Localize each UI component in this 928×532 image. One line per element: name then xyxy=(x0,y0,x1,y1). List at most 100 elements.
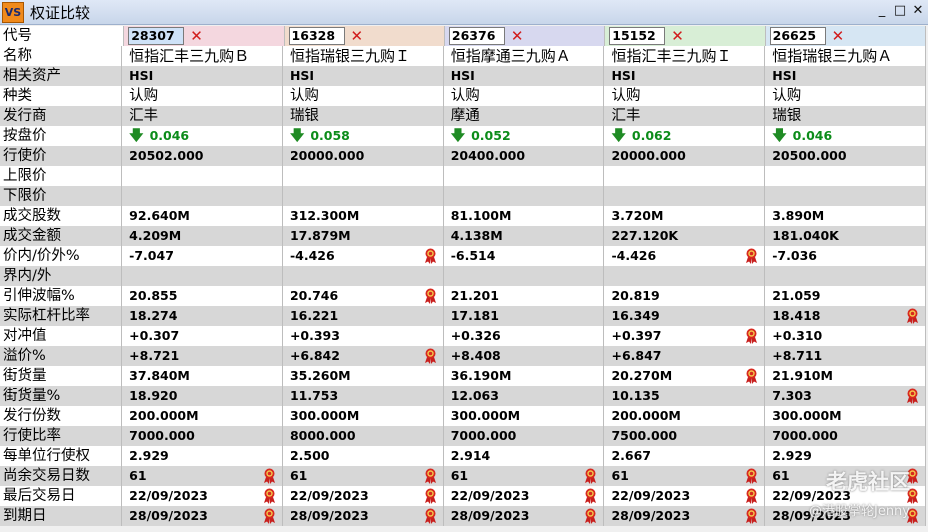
window-title: 权证比较 xyxy=(30,4,91,22)
arrow-down-icon: 🡇 xyxy=(129,128,144,144)
cell-ratio: 7000.000 xyxy=(122,426,283,446)
minimize-button[interactable]: _ xyxy=(874,2,890,20)
cell-os_pct: 12.063 xyxy=(444,386,605,406)
cell-asset: HSI xyxy=(765,66,926,86)
row-inout: 界内/外 xyxy=(0,266,926,286)
remove-warrant-icon[interactable]: ✕ xyxy=(190,26,203,46)
best-value-medal-icon xyxy=(263,488,276,504)
row-upper: 上限价 xyxy=(0,166,926,186)
cell-ratio: 8000.000 xyxy=(283,426,444,446)
cell-value: 22/09/2023 xyxy=(450,488,530,503)
cell-delta: +0.310 xyxy=(765,326,926,346)
watermark-logo-text: 老虎社区 xyxy=(826,470,910,494)
cell-value: HSI xyxy=(611,68,636,83)
watermark-author: @港股掌轮Jenny xyxy=(808,504,910,519)
cell-os_qty: 35.260M xyxy=(283,366,444,386)
cell-value: 3.720M xyxy=(611,208,664,223)
warrant-code-input[interactable]: 28307 xyxy=(128,27,185,45)
cell-expiry: 28/09/2023 xyxy=(604,506,766,526)
cell-value: 17.181 xyxy=(450,308,499,323)
close-button[interactable]: ✕ xyxy=(910,2,926,20)
cell-value: 20400.000 xyxy=(450,148,526,163)
arrow-down-icon: 🡇 xyxy=(772,128,787,144)
best-value-medal-icon xyxy=(424,508,437,524)
cell-os_qty: 37.840M xyxy=(122,366,283,386)
cell-issuer: 汇丰 xyxy=(122,106,283,126)
cell-value: 18.418 xyxy=(772,308,821,323)
cell-gearing: 18.418 xyxy=(765,306,926,326)
cell-issuer: 瑞银 xyxy=(765,106,926,126)
cell-strike: 20500.000 xyxy=(765,146,926,166)
warrant-code-input[interactable]: 15152 xyxy=(609,27,666,45)
best-value-medal-icon xyxy=(745,328,758,344)
cell-value: +8.721 xyxy=(129,348,180,363)
cell-iv: 20.819 xyxy=(604,286,766,306)
remove-warrant-icon[interactable]: ✕ xyxy=(511,26,524,46)
row-label: 代号 xyxy=(0,26,125,46)
remove-warrant-icon[interactable]: ✕ xyxy=(832,26,845,46)
cell-value: 恒指汇丰三九购Ｉ xyxy=(611,47,732,65)
cell-shares: 3.720M xyxy=(604,206,766,226)
cell-value: 312.300M xyxy=(289,208,360,223)
best-value-medal-icon xyxy=(424,288,437,304)
cell-delta: +0.326 xyxy=(444,326,605,346)
row-label: 最后交易日 xyxy=(0,486,123,506)
row-name: 名称 恒指汇丰三九购Ｂ 恒指瑞银三九购Ｉ 恒指摩通三九购Ａ 恒指汇丰三九购Ｉ 恒指瑞银三九… xyxy=(0,46,926,66)
remove-warrant-icon[interactable]: ✕ xyxy=(671,26,684,46)
cell-strike: 20000.000 xyxy=(604,146,766,166)
row-label: 发行份数 xyxy=(0,406,123,426)
price-value: 0.062 xyxy=(631,128,672,143)
cell-turnover: 227.120K xyxy=(604,226,766,246)
cell-inout xyxy=(283,266,444,286)
cell-value: 8000.000 xyxy=(289,428,356,443)
cell-shares: 3.890M xyxy=(765,206,926,226)
cell-shares: 312.300M xyxy=(283,206,444,226)
cell-value: +0.307 xyxy=(129,328,180,343)
cell-type: 认购 xyxy=(444,86,605,106)
cell-upper xyxy=(765,166,926,186)
row-label: 到期日 xyxy=(0,506,123,526)
cell-value: 20.270M xyxy=(611,368,673,383)
row-issuer: 发行商 汇丰 瑞银 摩通 汇丰 瑞银 xyxy=(0,106,926,126)
row-os_pct: 街货量% 18.920 11.753 12.063 10.135 7.303 xyxy=(0,386,926,406)
cell-value: 61 xyxy=(289,468,308,483)
cell-value: 摩通 xyxy=(450,108,480,124)
cell-price: 🡇 0.052 xyxy=(444,126,605,146)
header-cell: 15152 ✕ xyxy=(605,26,766,46)
cell-value: 认购 xyxy=(772,88,802,104)
row-label: 街货量% xyxy=(0,386,123,406)
cell-value: 汇丰 xyxy=(129,108,159,124)
cell-turnover: 4.209M xyxy=(122,226,283,246)
warrant-code-input[interactable]: 26376 xyxy=(448,27,505,45)
row-strike: 行使价 20502.000 20000.000 20400.000 20000.000 2… xyxy=(0,146,926,166)
title-bar: VS 权证比较 _ □ ✕ xyxy=(0,0,928,25)
cell-os_pct: 18.920 xyxy=(122,386,283,406)
best-value-medal-icon xyxy=(745,248,758,264)
cell-days_left: 61 xyxy=(604,466,766,486)
cell-value: 200.000M xyxy=(129,408,199,423)
cell-value: 4.138M xyxy=(450,228,503,243)
cell-inout xyxy=(444,266,605,286)
best-value-medal-icon xyxy=(424,248,437,264)
row-label: 行使比率 xyxy=(0,426,123,446)
cell-iv: 21.059 xyxy=(765,286,926,306)
cell-premium: +6.842 xyxy=(283,346,444,366)
warrant-code-input[interactable]: 26625 xyxy=(769,27,826,45)
maximize-button[interactable]: □ xyxy=(892,2,908,20)
cell-value: 20.819 xyxy=(611,288,660,303)
best-value-medal-icon xyxy=(906,388,919,404)
cell-os_pct: 7.303 xyxy=(765,386,926,406)
cell-value: HSI xyxy=(450,68,475,83)
cell-value: 恒指摩通三九购Ａ xyxy=(450,47,571,65)
cell-per_unit: 2.929 xyxy=(765,446,926,466)
cell-os_pct: 10.135 xyxy=(604,386,766,406)
cell-value: 22/09/2023 xyxy=(129,488,208,503)
cell-days_left: 61 xyxy=(444,466,605,486)
remove-warrant-icon[interactable]: ✕ xyxy=(351,26,364,46)
cell-value: 认购 xyxy=(450,88,480,104)
warrant-code-input[interactable]: 16328 xyxy=(288,27,345,45)
cell-value: 瑞银 xyxy=(772,108,802,124)
row-premium: 溢价% +8.721 +6.842 +8.408 +6.847 +8.711 xyxy=(0,346,926,366)
cell-shares: 92.640M xyxy=(122,206,283,226)
row-lower: 下限价 xyxy=(0,186,926,206)
